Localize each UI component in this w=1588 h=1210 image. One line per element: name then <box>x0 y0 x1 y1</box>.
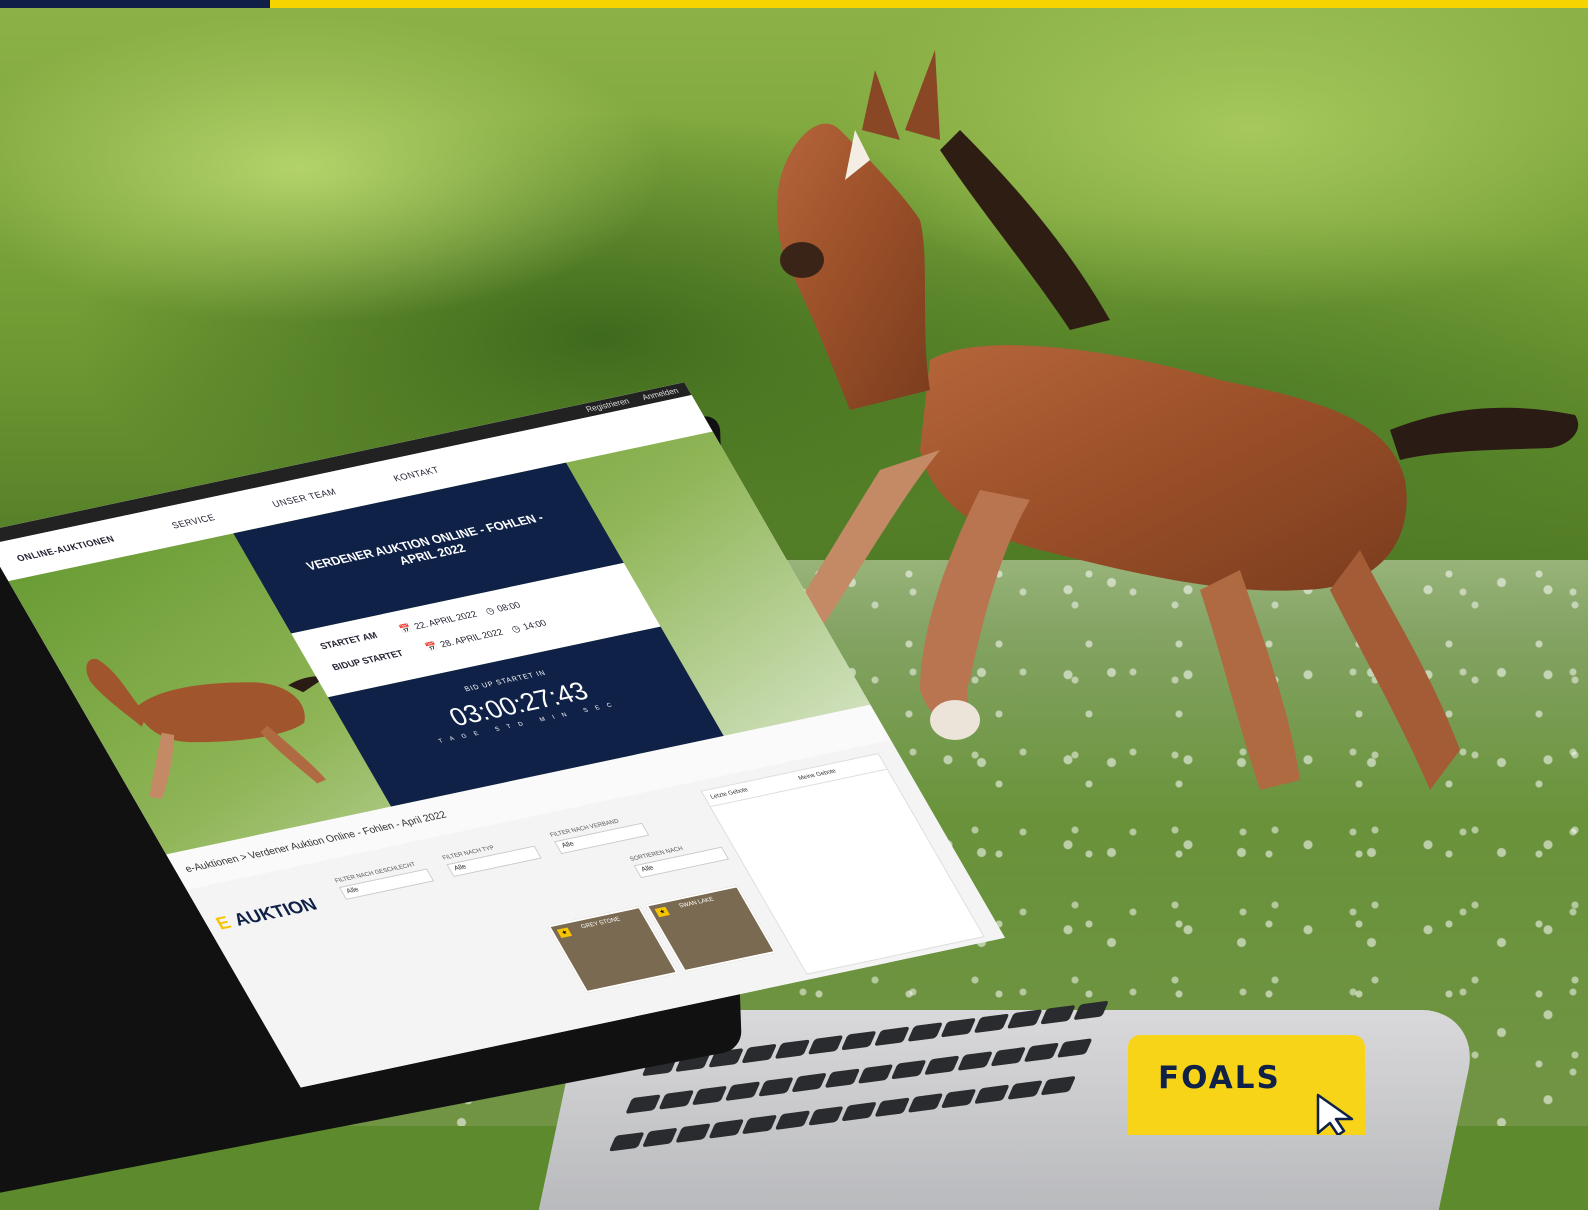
tab-latest-bids[interactable]: Letzte Gebote <box>702 773 798 806</box>
tab-my-bids[interactable]: Meine Gebote <box>790 754 886 787</box>
top-accent-navy <box>0 0 270 8</box>
filter-gender: FILTER NACH GESCHLECHT Alle <box>334 860 435 900</box>
foals-badge[interactable]: FOALS <box>1128 1035 1365 1135</box>
lot-tag: ★ <box>556 927 573 938</box>
start-date: 22. APRIL 2022 <box>412 609 479 632</box>
filter-association: FILTER NACH VERBAND Alle <box>549 815 650 855</box>
nav-service[interactable]: SERVICE <box>170 512 217 530</box>
start-label: STARTET AM <box>318 630 380 652</box>
foals-label: FOALS <box>1158 1060 1281 1096</box>
lot-tag: ★ <box>654 906 671 918</box>
lot-name: SWAN LAKE <box>677 896 716 910</box>
heading-text: AUKTION <box>229 894 321 930</box>
nav-contact[interactable]: KONTAKT <box>392 465 442 484</box>
cursor-arrow-icon <box>1316 1093 1354 1135</box>
bidup-time: 14:00 <box>520 617 549 632</box>
nav-online-auctions[interactable]: ONLINE-AUKTIONEN <box>15 534 117 564</box>
clock-icon: ◷ <box>509 623 523 635</box>
calendar-icon: 📅 <box>397 622 414 635</box>
filter-type: FILTER NACH TYP Alle <box>442 837 542 878</box>
calendar-icon: 📅 <box>423 640 440 653</box>
top-accent-yellow <box>270 0 1588 8</box>
nav-team[interactable]: UNSER TEAM <box>270 487 338 509</box>
bidup-date: 28. APRIL 2022 <box>438 627 505 650</box>
lot-name: GREY STONE <box>580 916 622 931</box>
start-time: 08:00 <box>494 599 523 614</box>
clock-icon: ◷ <box>483 605 497 617</box>
listing-heading: EAUKTION <box>212 894 321 934</box>
bidup-label: BIDUP STARTET <box>330 648 406 673</box>
filter-sort: SORTIEREN NACH Alle <box>629 838 730 879</box>
heading-prefix: E <box>212 912 235 934</box>
